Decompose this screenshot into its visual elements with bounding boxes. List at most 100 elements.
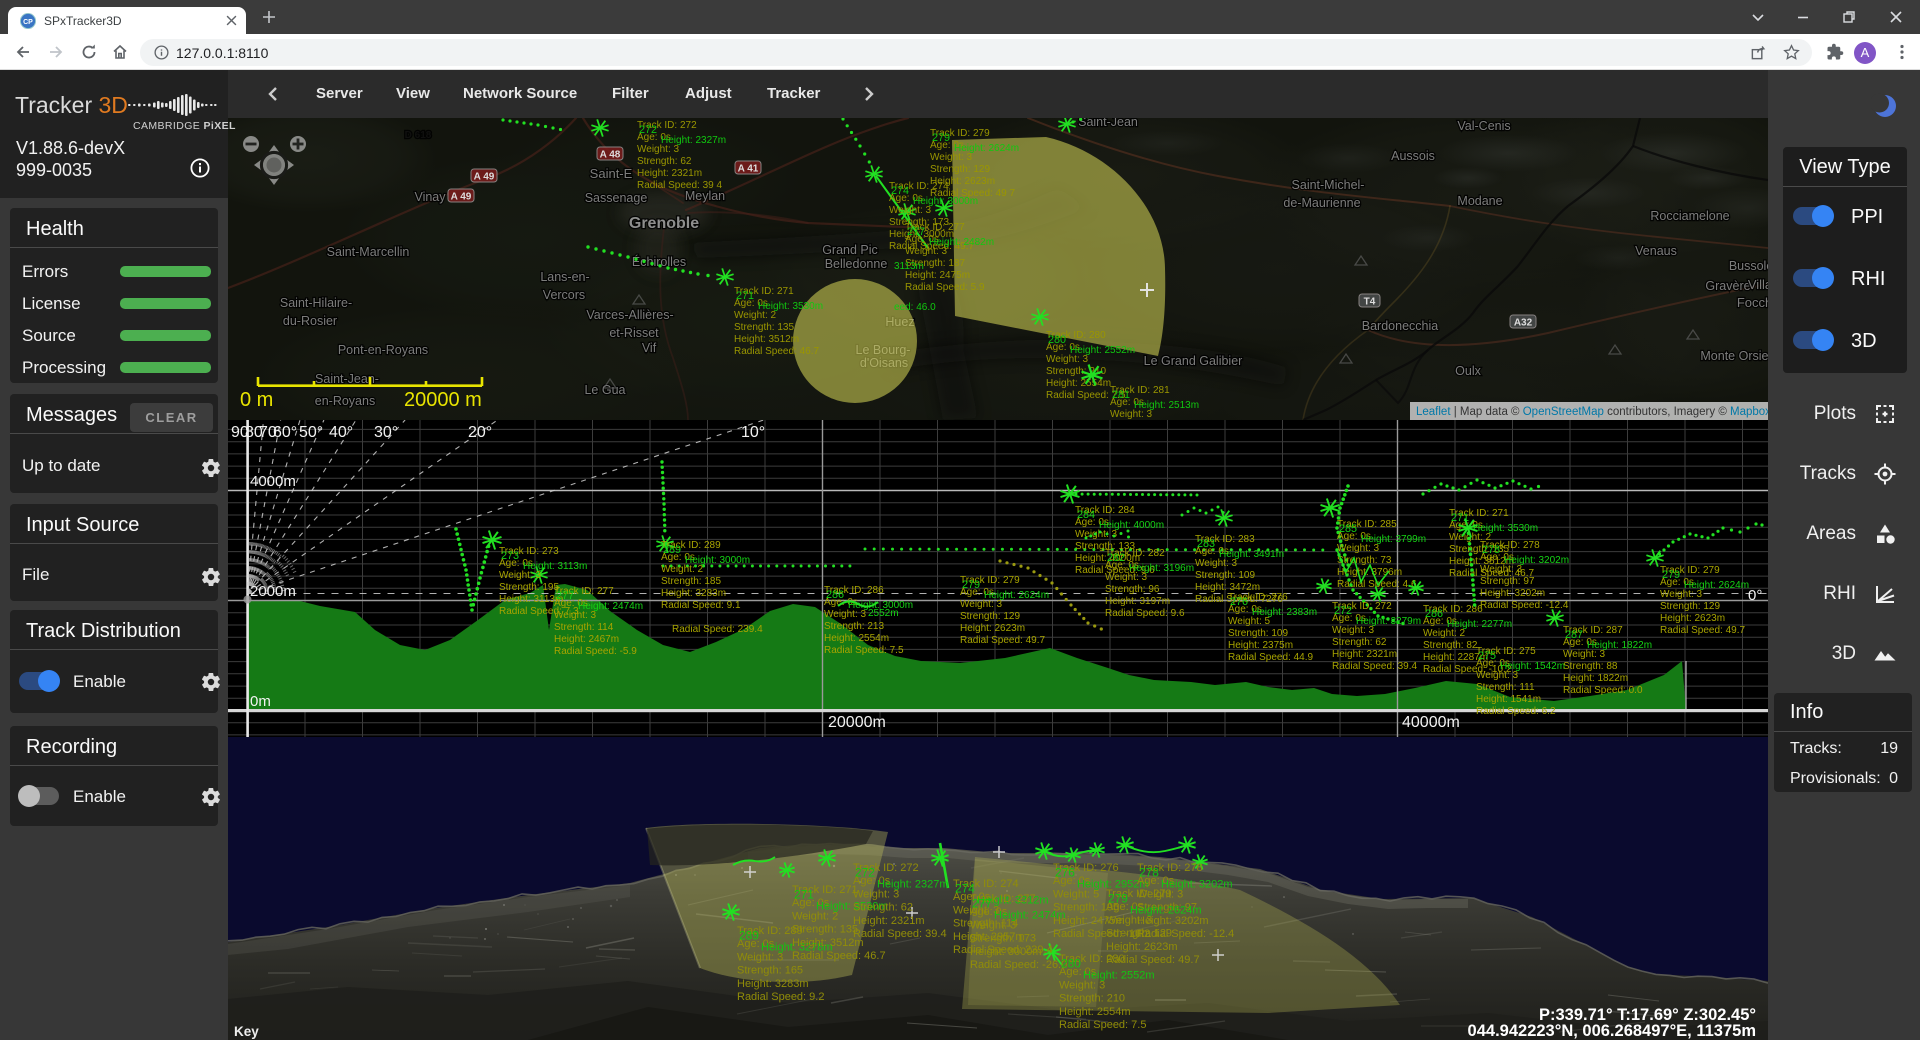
svg-text:280: 280: [1061, 957, 1081, 971]
svg-text:Strength: 114: Strength: 114: [554, 622, 614, 633]
svg-text:Strength: 96: Strength: 96: [1105, 584, 1160, 595]
svg-text:272: 272: [639, 124, 657, 136]
svg-text:277: 277: [907, 226, 925, 238]
svg-text:Height: 2321m: Height: 2321m: [637, 168, 702, 179]
svg-text:Height: 3196m: Height: 3196m: [1129, 563, 1194, 574]
svg-text:Strength: 97: Strength: 97: [1480, 576, 1535, 587]
svg-text:Strength: 82: Strength: 82: [1423, 640, 1478, 651]
svg-text:Height: 3530m: Height: 3530m: [1473, 523, 1538, 534]
svg-text:Gravère: Gravère: [1705, 279, 1750, 293]
svg-text:271: 271: [736, 290, 754, 302]
svg-text:Height: 1822m: Height: 1822m: [1587, 640, 1652, 651]
svg-text:272: 272: [1334, 605, 1352, 617]
svg-text:Strength: 195: Strength: 195: [499, 582, 559, 593]
svg-text:Strength: 210: Strength: 210: [1059, 993, 1125, 1005]
svg-text:Strength: 109: Strength: 109: [1228, 628, 1288, 639]
svg-text:Radial Speed: 46.7: Radial Speed: 46.7: [792, 950, 886, 962]
svg-text:Monte Orsiera: Monte Orsiera: [1700, 349, 1768, 363]
svg-text:Radial Speed: 39.4: Radial Speed: 39.4: [853, 928, 947, 940]
svg-text:20°: 20°: [468, 424, 492, 441]
svg-text:Radial Speed: 9.6: Radial Speed: 9.6: [1105, 608, 1185, 619]
svg-text:T4: T4: [1364, 297, 1376, 308]
svg-text:10°: 10°: [741, 424, 765, 441]
svg-text:Strength: 109: Strength: 109: [1195, 570, 1255, 581]
svg-text:Height: 3279m: Height: 3279m: [1356, 616, 1421, 627]
svg-text:Saint-Hilaire-: Saint-Hilaire-: [280, 296, 352, 310]
svg-text:289: 289: [663, 544, 681, 556]
svg-text:D 618: D 618: [405, 130, 432, 141]
svg-text:Height: 2277m: Height: 2277m: [1447, 619, 1512, 630]
svg-text:Saint-Michel-: Saint-Michel-: [1292, 178, 1365, 192]
svg-text:A 41: A 41: [738, 164, 759, 175]
svg-text:Strength: 62: Strength: 62: [1332, 637, 1387, 648]
svg-text:en-Royans: en-Royans: [315, 394, 375, 408]
svg-text:A32: A32: [1514, 318, 1533, 329]
svg-text:Height: 2482m: Height: 2482m: [929, 237, 994, 248]
svg-text:Height: 1822m: Height: 1822m: [1563, 673, 1628, 684]
svg-text:Strength: 62: Strength: 62: [853, 902, 913, 914]
svg-text:Height: 3283m: Height: 3283m: [737, 978, 809, 990]
svg-text:Pont-en-Royans: Pont-en-Royans: [338, 343, 428, 357]
svg-text:Radial Speed: -26.0: Radial Speed: -26.0: [970, 959, 1067, 971]
svg-text:279: 279: [932, 132, 950, 144]
svg-text:Strength: 165: Strength: 165: [737, 965, 803, 977]
svg-text:Height: 2552m: Height: 2552m: [1070, 345, 1135, 356]
svg-text:Height: 3202m: Height: 3202m: [1504, 555, 1569, 566]
svg-text:Height: 2474m: Height: 2474m: [578, 601, 643, 612]
svg-text:Strength: 129: Strength: 129: [1106, 928, 1172, 940]
svg-text:Bardonecchia: Bardonecchia: [1362, 319, 1438, 333]
svg-text:Height: 4000m: Height: 4000m: [1099, 520, 1164, 531]
svg-text:280: 280: [1048, 334, 1066, 346]
svg-text:Height: 2623m: Height: 2623m: [1660, 613, 1725, 624]
svg-text:Strength: 213: Strength: 213: [824, 621, 884, 632]
svg-text:Height: 3530m: Height: 3530m: [758, 301, 823, 312]
svg-text:Strength: 62: Strength: 62: [637, 156, 692, 167]
svg-text:Radial Speed: 5.9: Radial Speed: 5.9: [905, 282, 985, 293]
svg-text:Height: 1541m: Height: 1541m: [1476, 694, 1541, 705]
svg-text:A 49: A 49: [451, 192, 472, 203]
svg-text:Height: 3202m: Height: 3202m: [1480, 588, 1545, 599]
svg-text:Radial Speed: 46.7: Radial Speed: 46.7: [734, 346, 820, 357]
svg-text:278: 278: [1139, 866, 1159, 880]
svg-text:Saint-Marcellin: Saint-Marcellin: [327, 245, 410, 259]
svg-text:273: 273: [501, 550, 519, 562]
svg-text:Height: 2375m: Height: 2375m: [1228, 640, 1293, 651]
svg-text:Sassenage: Sassenage: [585, 191, 648, 205]
svg-text:Height: 2554m: Height: 2554m: [824, 633, 889, 644]
svg-text:Height: 2623m: Height: 2623m: [1106, 941, 1178, 953]
svg-text:Radial Speed: -5.9: Radial Speed: -5.9: [554, 646, 637, 657]
svg-text:40°: 40°: [329, 424, 353, 441]
svg-text:Height: 2554m: Height: 2554m: [1059, 1006, 1131, 1018]
svg-text:Radial Speed: 39 4: Radial Speed: 39 4: [637, 180, 723, 191]
svg-text:3113m: 3113m: [894, 261, 924, 272]
svg-text:Lans-en-: Lans-en-: [540, 270, 589, 284]
svg-text:277: 277: [972, 897, 992, 911]
svg-text:Strength: 135: Strength: 135: [792, 924, 858, 936]
svg-text:Height: 2624m: Height: 2624m: [1684, 580, 1749, 591]
svg-text:276: 276: [1230, 596, 1248, 608]
svg-text:et-Risset: et-Risset: [609, 326, 659, 340]
svg-text:Radial Speed: 0.0: Radial Speed: 0.0: [1563, 685, 1643, 696]
svg-text:de-Maurienne: de-Maurienne: [1283, 196, 1360, 210]
svg-text:A 48: A 48: [600, 150, 621, 161]
svg-text:0m: 0m: [250, 693, 271, 710]
svg-text:Height: 2624m: Height: 2624m: [1130, 904, 1202, 916]
svg-text:Height: 2623m: Height: 2623m: [960, 623, 1025, 634]
svg-text:Radial Speed: 7.5: Radial Speed: 7.5: [824, 645, 904, 656]
svg-text:279: 279: [1108, 892, 1128, 906]
svg-text:Grand Pic: Grand Pic: [822, 243, 878, 257]
svg-text:Aussois: Aussois: [1391, 149, 1435, 163]
svg-text:286: 286: [1425, 608, 1443, 620]
svg-text:Height: 2327m: Height: 2327m: [661, 135, 726, 146]
svg-text:Strength: 129: Strength: 129: [960, 611, 1020, 622]
svg-text:281: 281: [1112, 389, 1130, 401]
svg-text:Val-Cenis: Val-Cenis: [1457, 119, 1510, 133]
svg-text:Height: 3799m: Height: 3799m: [1361, 534, 1426, 545]
svg-text:Radial Speed: -12.4: Radial Speed: -12.4: [1480, 600, 1569, 611]
svg-text:Height: 2624m: Height: 2624m: [954, 143, 1019, 154]
svg-text:CP: CP: [23, 19, 33, 26]
svg-text:Strength: 73: Strength: 73: [1337, 555, 1392, 566]
svg-text:30°: 30°: [374, 424, 398, 441]
svg-text:Strength: 129: Strength: 129: [930, 164, 990, 175]
svg-text:Radial Speed: 49.7: Radial Speed: 49.7: [1660, 625, 1746, 636]
